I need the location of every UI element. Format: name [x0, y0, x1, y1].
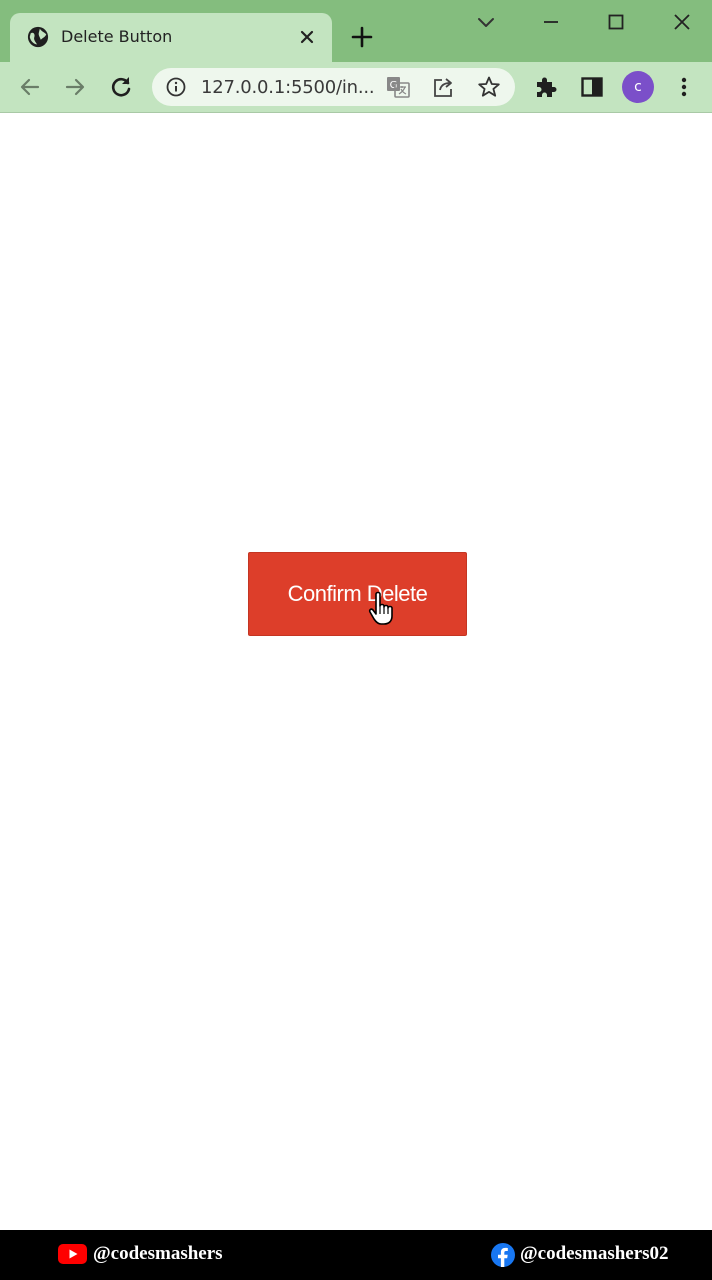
youtube-icon	[58, 1244, 87, 1264]
star-icon[interactable]	[477, 76, 501, 98]
facebook-icon	[491, 1243, 515, 1267]
reload-icon[interactable]	[107, 73, 135, 101]
url-text: 127.0.0.1:5500/in...	[201, 77, 375, 98]
minimize-icon[interactable]	[537, 8, 565, 36]
facebook-handle: @codesmashers02	[520, 1243, 669, 1264]
globe-icon	[27, 26, 49, 48]
browser-toolbar: 127.0.0.1:5500/in... G c	[0, 62, 712, 113]
browser-tab[interactable]: Delete Button	[10, 13, 332, 62]
back-arrow-icon[interactable]	[16, 73, 44, 101]
address-bar[interactable]: 127.0.0.1:5500/in... G	[152, 68, 515, 106]
page-viewport: Confirm Delete	[0, 113, 712, 1230]
browser-tab-strip: Delete Button	[0, 0, 712, 62]
translate-icon[interactable]: G	[386, 76, 410, 98]
kebab-menu-icon[interactable]	[670, 73, 698, 101]
share-icon[interactable]	[432, 76, 456, 98]
maximize-icon[interactable]	[602, 8, 630, 36]
confirm-delete-button[interactable]: Confirm Delete	[248, 552, 467, 636]
profile-avatar[interactable]: c	[622, 71, 654, 103]
forward-arrow-icon[interactable]	[61, 73, 89, 101]
svg-text:G: G	[390, 80, 398, 91]
close-window-icon[interactable]	[668, 8, 696, 36]
tab-title: Delete Button	[61, 27, 173, 46]
youtube-handle: @codesmashers	[93, 1243, 223, 1264]
social-footer: @codesmashers @codesmashers02	[0, 1230, 712, 1280]
side-panel-icon[interactable]	[578, 73, 606, 101]
new-tab-icon[interactable]	[350, 25, 374, 49]
tab-search-chevron-down-icon[interactable]	[472, 8, 500, 36]
puzzle-icon[interactable]	[532, 73, 560, 101]
info-icon[interactable]	[166, 77, 186, 97]
tab-close-icon[interactable]	[298, 28, 316, 46]
